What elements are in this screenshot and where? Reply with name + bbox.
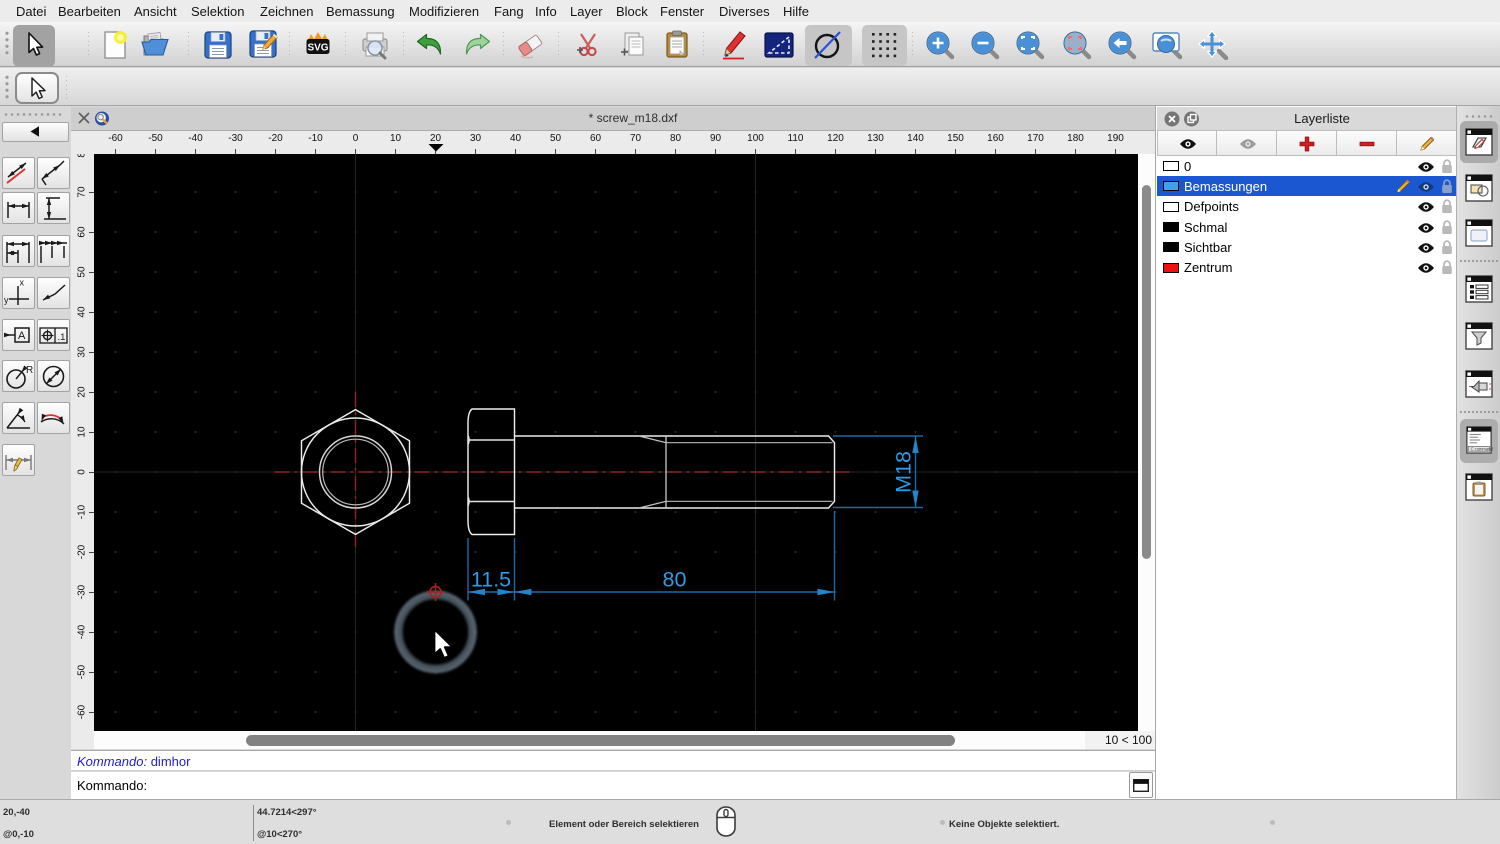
svg-text:80: 80: [663, 568, 687, 592]
svg-text:SVG: SVG: [307, 43, 328, 54]
svg-text:.1: .1: [57, 332, 65, 343]
svg-text:A: A: [18, 330, 26, 342]
svg-text:R: R: [26, 365, 33, 376]
svg-text:C command: C command: [1471, 446, 1493, 451]
svg-text:M18: M18: [892, 451, 916, 493]
svg-text:x: x: [20, 278, 25, 288]
svg-text:y: y: [4, 295, 9, 305]
svg-text:11.5: 11.5: [471, 568, 511, 592]
